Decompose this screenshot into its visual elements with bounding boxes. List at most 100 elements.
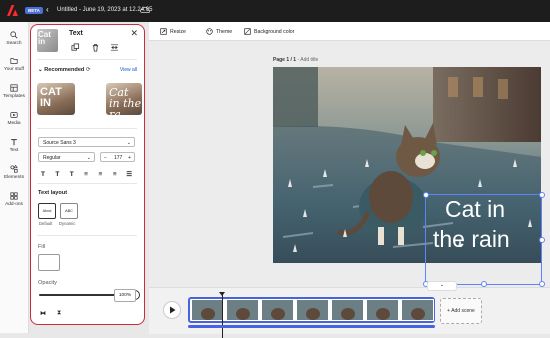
collapse-timeline-button[interactable]: ⌄ <box>427 281 457 291</box>
scene-frame[interactable] <box>366 299 399 321</box>
align-center-icon[interactable]: ≡ <box>95 171 105 178</box>
rail-label: Search <box>6 41 22 46</box>
rail-item-your-stuff[interactable]: Your stuff <box>0 57 28 72</box>
flip-horizontal-icon[interactable]: ⧓ <box>40 310 46 317</box>
recommended-label: Recommended <box>44 67 85 73</box>
palette-icon <box>206 28 213 35</box>
font-weight-value: Regular <box>43 155 61 161</box>
rail-label: Add-ons <box>5 202 23 207</box>
layout-default-label: Default <box>39 221 53 226</box>
elements-icon <box>10 165 18 173</box>
resize-icon <box>160 28 167 35</box>
close-icon[interactable]: ✕ <box>130 28 138 39</box>
rail-label: Text <box>9 148 19 153</box>
add-scene-button[interactable]: + Add scene <box>440 298 482 324</box>
layout-default-option[interactable]: Abcd <box>38 203 56 219</box>
recommended-font-card[interactable]: CAT IN <box>37 83 75 115</box>
divider <box>37 235 137 236</box>
decrease-size-icon[interactable]: − <box>104 153 107 163</box>
selected-text-thumbnail: Cat in <box>37 29 58 52</box>
text-style-icon[interactable]: T <box>52 171 62 178</box>
align-right-icon[interactable]: ≡ <box>110 171 120 178</box>
chevron-down-icon: ⌄ <box>126 140 131 146</box>
top-bar: BETA ‹ Untitled - June 19, 2023 at 12.24… <box>0 0 550 22</box>
scene-frame[interactable] <box>226 299 259 321</box>
page-add-title[interactable]: - Add title <box>296 57 318 63</box>
view-all-link[interactable]: View all <box>120 67 137 73</box>
font-size-value[interactable]: 177 <box>114 153 122 163</box>
rail-label: Elements <box>4 175 24 180</box>
rail-item-elements[interactable]: Elements <box>0 165 28 180</box>
scene-frame[interactable] <box>401 299 434 321</box>
artboard-text-line-2[interactable]: the rain <box>433 228 510 251</box>
scene-frame[interactable] <box>191 299 224 321</box>
addons-icon <box>10 192 18 200</box>
recommended-font-card[interactable]: Cat in the ra <box>106 83 142 115</box>
delete-icon[interactable] <box>91 43 102 52</box>
text-icon <box>11 139 17 146</box>
font-family-select[interactable]: Source Sans 3 ⌄ <box>38 137 135 147</box>
background-color-button[interactable]: Background color <box>244 28 294 35</box>
arrange-icon[interactable] <box>110 43 121 52</box>
resize-handle[interactable] <box>539 237 545 243</box>
playhead[interactable] <box>219 292 225 338</box>
divider <box>37 183 137 184</box>
rail-label: Your stuff <box>3 67 24 72</box>
recommended-header[interactable]: ⌄ Recommended ⟳ <box>38 67 91 73</box>
folder-icon <box>10 58 18 64</box>
beta-badge: BETA <box>25 7 43 14</box>
play-button[interactable] <box>163 301 181 319</box>
artboard-text-line-1[interactable]: Cat in <box>445 198 505 221</box>
page-label[interactable]: Page 1 / 1 - Add title <box>273 57 318 63</box>
rail-label: Media <box>7 121 21 126</box>
theme-button[interactable]: Theme <box>206 28 232 35</box>
back-chevron-icon[interactable]: ‹ <box>46 5 49 14</box>
adobe-express-logo-icon[interactable] <box>7 5 18 16</box>
text-style-icon[interactable]: T <box>67 171 77 178</box>
layout-dynamic-option[interactable]: ABC <box>60 203 78 219</box>
opacity-label: Opacity <box>38 280 57 286</box>
increase-size-icon[interactable]: + <box>128 153 131 163</box>
resize-button[interactable]: Resize <box>160 28 186 35</box>
list-icon[interactable]: ☰ <box>124 170 134 178</box>
play-icon <box>170 306 176 314</box>
document-title[interactable]: Untitled - June 19, 2023 at 12.24.05 <box>57 7 152 13</box>
text-layout-label: Text layout <box>38 190 68 196</box>
timeline-progress-bar <box>188 325 435 328</box>
panel-tools <box>71 43 128 54</box>
rail-item-add-ons[interactable]: Add-ons <box>0 192 28 207</box>
resize-handle[interactable] <box>539 192 545 198</box>
font-size-stepper[interactable]: − 177 + <box>100 152 135 162</box>
refresh-icon[interactable]: ⟳ <box>86 67 91 73</box>
flip-vertical-icon[interactable]: ⧗ <box>57 310 61 317</box>
align-left-icon[interactable]: ≡ <box>81 171 91 178</box>
rail-item-media[interactable]: Media <box>0 111 28 126</box>
scene-frame[interactable] <box>331 299 364 321</box>
templates-icon <box>10 84 18 92</box>
duplicate-icon[interactable] <box>71 43 82 52</box>
search-icon <box>10 31 18 39</box>
theme-label: Theme <box>216 28 233 35</box>
scene-frame[interactable] <box>261 299 294 321</box>
resize-handle[interactable] <box>423 192 429 198</box>
format-buttons: T T T ≡ ≡ ≡ ☰ <box>38 170 137 178</box>
font-preview: CAT IN <box>40 86 62 109</box>
chevron-down-icon: ⌄ <box>86 155 91 161</box>
font-family-value: Source Sans 3 <box>43 140 76 146</box>
background-color-icon <box>244 28 251 35</box>
canvas-toolbar: Resize Theme Background color <box>149 22 550 41</box>
opacity-input[interactable]: 100% <box>114 289 136 302</box>
thumbnail-text: Cat in <box>38 30 51 46</box>
rail-item-search[interactable]: Search <box>0 31 28 46</box>
rail-item-text[interactable]: Text <box>0 138 28 153</box>
scene-frame[interactable] <box>296 299 329 321</box>
rail-item-templates[interactable]: Templates <box>0 84 28 99</box>
fill-color-swatch[interactable] <box>38 254 60 271</box>
rail-label: Templates <box>3 94 25 99</box>
text-style-icon[interactable]: T <box>38 171 48 178</box>
font-weight-select[interactable]: Regular ⌄ <box>38 152 95 162</box>
page-number: Page 1 / 1 <box>273 57 297 63</box>
resize-label: Resize <box>170 28 186 35</box>
layout-dynamic-label: Dynamic <box>59 221 76 226</box>
cloud-icon <box>140 6 150 13</box>
